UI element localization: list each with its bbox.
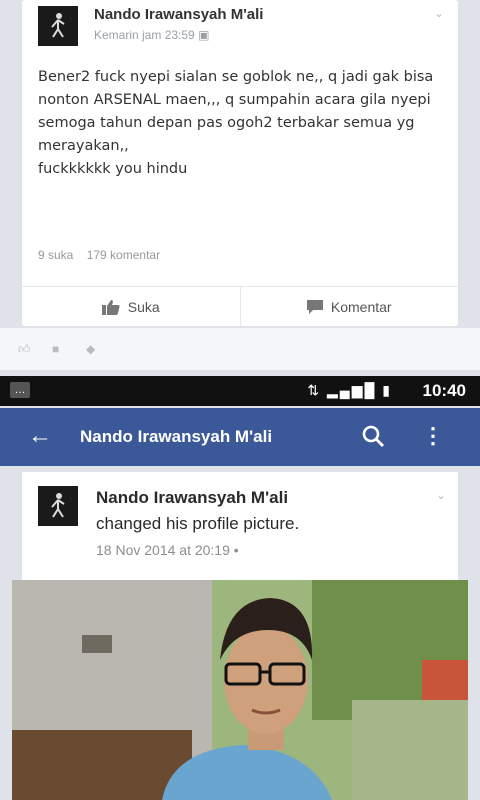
status-icons: ⇅ ▂▄▆█ ▮ (307, 382, 392, 399)
post-card-2: Nando Irawansyah M'ali changed his profi… (22, 472, 458, 582)
comment-button[interactable]: Komentar (239, 287, 459, 327)
post-body: Bener2 fuck nyepi sialan se goblok ne,, … (38, 69, 434, 177)
avatar-figure (51, 493, 65, 518)
globe-icon: ▣ (198, 28, 210, 42)
status-clock: 10:40 (422, 381, 466, 400)
battery-icon: ▮ (382, 382, 392, 398)
post-counts: 9 suka 179 komentar (38, 248, 170, 262)
comment-count[interactable]: 179 komentar (87, 248, 160, 262)
comment-icon (306, 300, 323, 314)
status-bar: … ⇅ ▂▄▆█ ▮ 10:40 (0, 376, 480, 406)
thumbs-up-icon[interactable]: 👍︎ (18, 342, 31, 357)
back-arrow-icon[interactable]: ← (28, 422, 52, 450)
app-bar: ← Nando Irawansyah M'ali ⋮ (0, 408, 480, 466)
avatar-figure (51, 13, 65, 38)
search-icon[interactable] (360, 423, 386, 449)
chevron-down-icon[interactable]: ⌄ (434, 6, 444, 20)
app-bar-title: Nando Irawansyah M'ali (80, 427, 273, 446)
comment-icon[interactable]: ■ (52, 342, 59, 356)
thumbs-up-icon (101, 300, 120, 315)
like-button[interactable]: Suka (22, 287, 240, 327)
signal-icon: ▂▄▆█ (327, 382, 377, 398)
post-author[interactable]: Nando Irawansyah M'ali (94, 6, 263, 23)
timestamp-text: Kemarin jam 23:59 (94, 28, 195, 42)
profile-photo[interactable] (12, 580, 468, 800)
globe-icon: • (233, 542, 239, 558)
comment-label: Komentar (330, 299, 392, 315)
like-label: Suka (127, 299, 160, 315)
data-transfer-icon: ⇅ (307, 382, 322, 398)
profile-photo-image (12, 580, 468, 800)
message-notification-icon: … (10, 382, 30, 398)
post-card-1: Nando Irawansyah M'ali Kemarin jam 23:59… (22, 0, 458, 327)
like-count[interactable]: 9 suka (38, 248, 73, 262)
tag-icon[interactable]: ◆ (86, 342, 95, 356)
post-footer-strip: 👍︎ ■ ◆ (0, 328, 480, 370)
timestamp-text: 18 Nov 2014 at 20:19 (96, 542, 230, 558)
more-vert-icon[interactable]: ⋮ (422, 423, 444, 449)
post-author[interactable]: Nando Irawansyah M'ali (96, 488, 288, 508)
post-action-text: changed his profile picture. (96, 514, 300, 533)
chevron-down-icon[interactable]: ⌄ (436, 488, 446, 502)
post-actions: Suka Komentar (22, 286, 458, 327)
avatar[interactable] (38, 6, 78, 46)
post-timestamp: Kemarin jam 23:59 ▣ (94, 28, 209, 42)
post-timestamp: 18 Nov 2014 at 20:19 • (96, 542, 239, 558)
avatar[interactable] (38, 486, 78, 526)
